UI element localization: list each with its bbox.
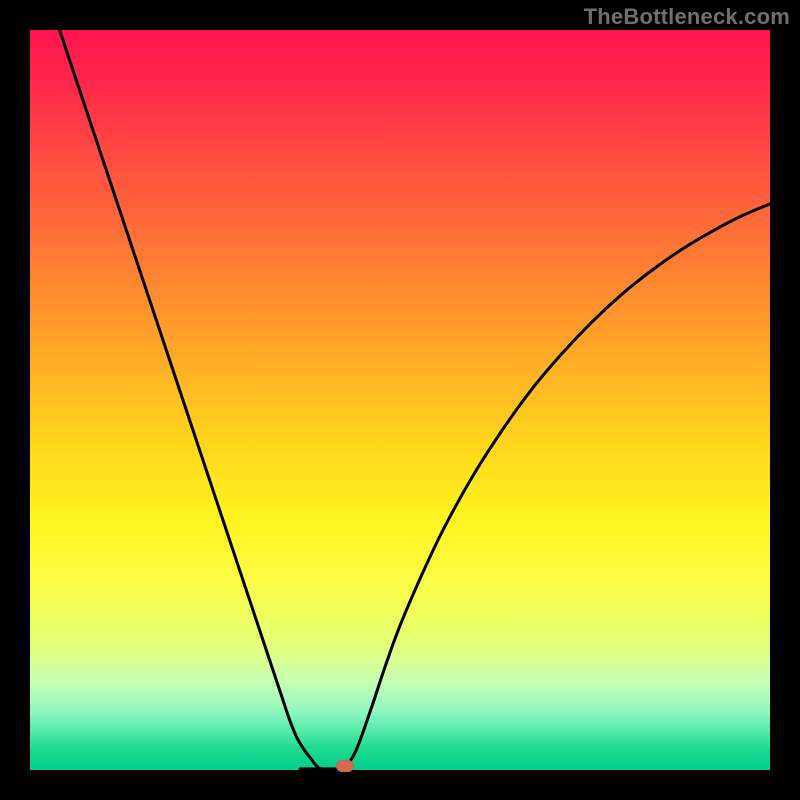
curve-right: [345, 204, 771, 769]
curve-left: [60, 30, 323, 769]
bottleneck-marker: [336, 760, 354, 772]
watermark-text: TheBottleneck.com: [584, 4, 790, 30]
plot-svg: [30, 30, 770, 770]
chart-frame: TheBottleneck.com: [0, 0, 800, 800]
plot-area: [30, 30, 770, 770]
